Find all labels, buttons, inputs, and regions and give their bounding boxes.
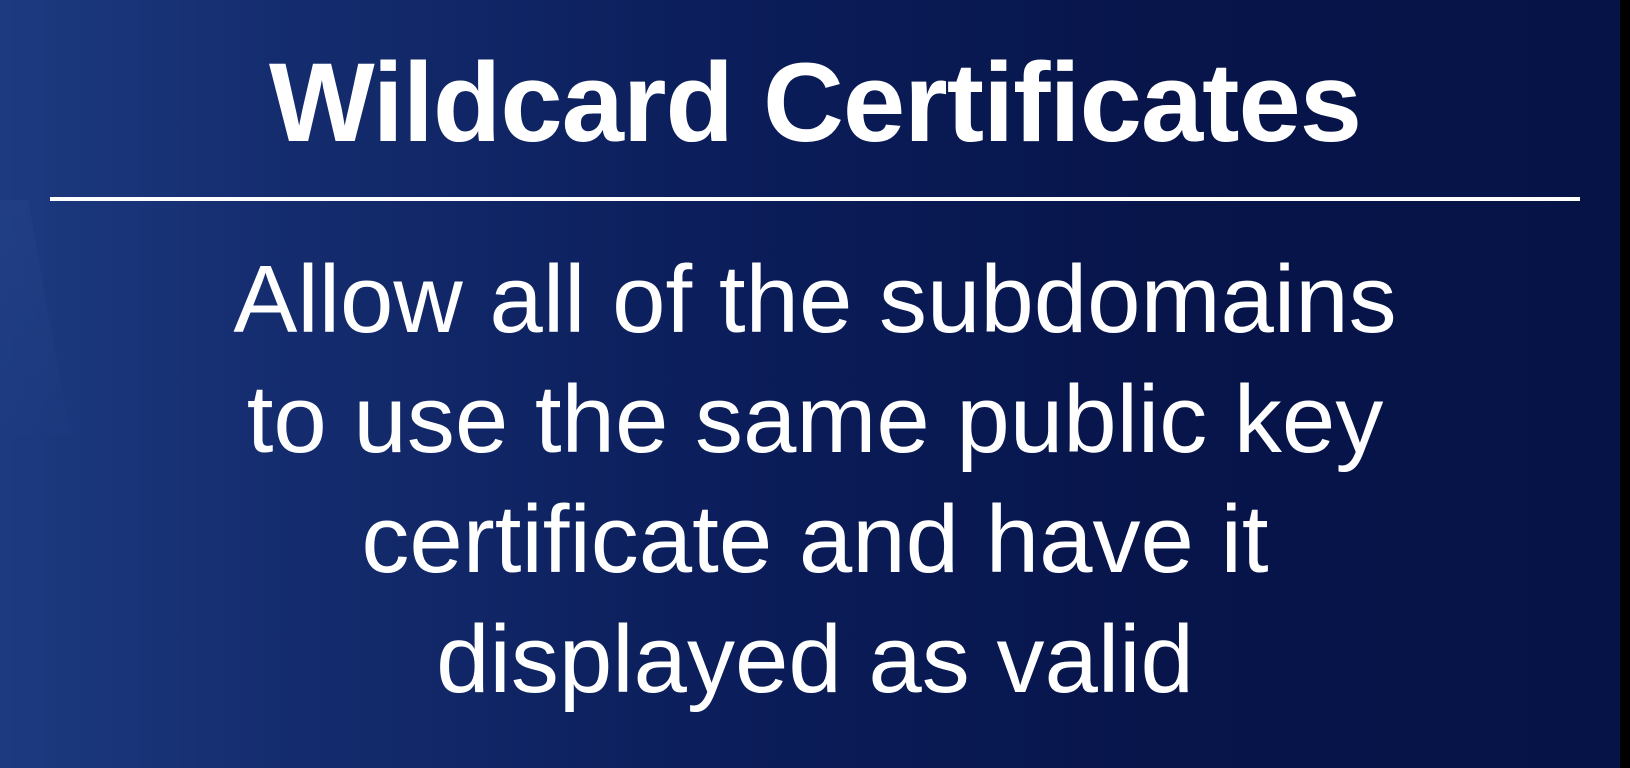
slide: Wildcard Certificates Allow all of the s… bbox=[0, 0, 1630, 768]
body-line: certificate and have it bbox=[361, 486, 1269, 593]
slide-body: Allow all of the subdomains to use the s… bbox=[0, 240, 1630, 720]
body-line: Allow all of the subdomains bbox=[233, 246, 1397, 353]
body-line: to use the same public key bbox=[246, 366, 1384, 473]
slide-title: Wildcard Certificates bbox=[268, 40, 1362, 165]
title-divider bbox=[50, 197, 1580, 201]
body-line: displayed as valid bbox=[436, 606, 1194, 713]
